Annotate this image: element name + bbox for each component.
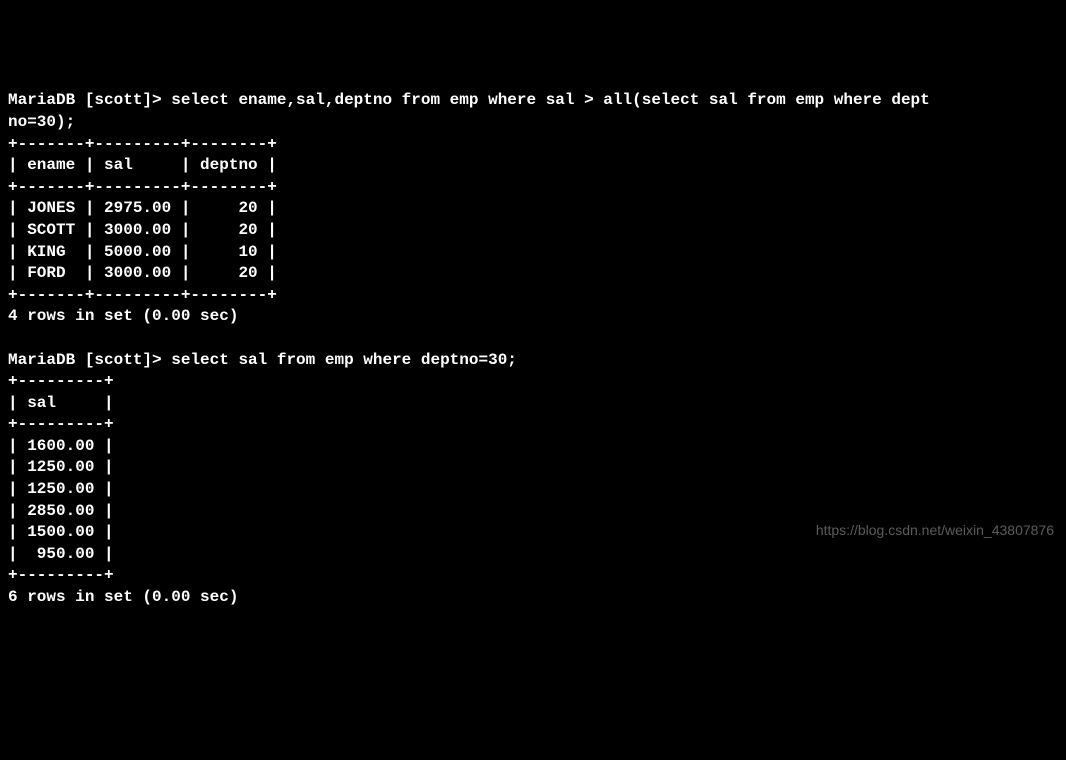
table-border: +-------+---------+--------+ <box>8 178 277 196</box>
table-border: +-------+---------+--------+ <box>8 135 277 153</box>
sql-query-line2: no=30); <box>8 113 75 131</box>
table-row: | 2850.00 | <box>8 502 114 520</box>
table-header: | sal | <box>8 394 114 412</box>
table-border: +-------+---------+--------+ <box>8 286 277 304</box>
table-row: | 1600.00 | <box>8 437 114 455</box>
prompt: MariaDB [scott]> <box>8 91 171 109</box>
table-row: | 950.00 | <box>8 545 114 563</box>
table-row: | 1500.00 | <box>8 523 114 541</box>
table-row: | JONES | 2975.00 | 20 | <box>8 199 277 217</box>
table-border: +---------+ <box>8 566 114 584</box>
table-row: | 1250.00 | <box>8 458 114 476</box>
table-row: | FORD | 3000.00 | 20 | <box>8 264 277 282</box>
table-row: | 1250.00 | <box>8 480 114 498</box>
table-row: | KING | 5000.00 | 10 | <box>8 243 277 261</box>
watermark-text: https://blog.csdn.net/weixin_43807876 <box>816 521 1054 540</box>
sql-query-line1: select ename,sal,deptno from emp where s… <box>171 91 930 109</box>
prompt: MariaDB [scott]> <box>8 351 171 369</box>
table-row: | SCOTT | 3000.00 | 20 | <box>8 221 277 239</box>
table-border: +---------+ <box>8 372 114 390</box>
table-border: +---------+ <box>8 415 114 433</box>
table-header: | ename | sal | deptno | <box>8 156 277 174</box>
status-text: 6 rows in set (0.00 sec) <box>8 588 238 606</box>
sql-query: select sal from emp where deptno=30; <box>171 351 517 369</box>
status-text: 4 rows in set (0.00 sec) <box>8 307 238 325</box>
